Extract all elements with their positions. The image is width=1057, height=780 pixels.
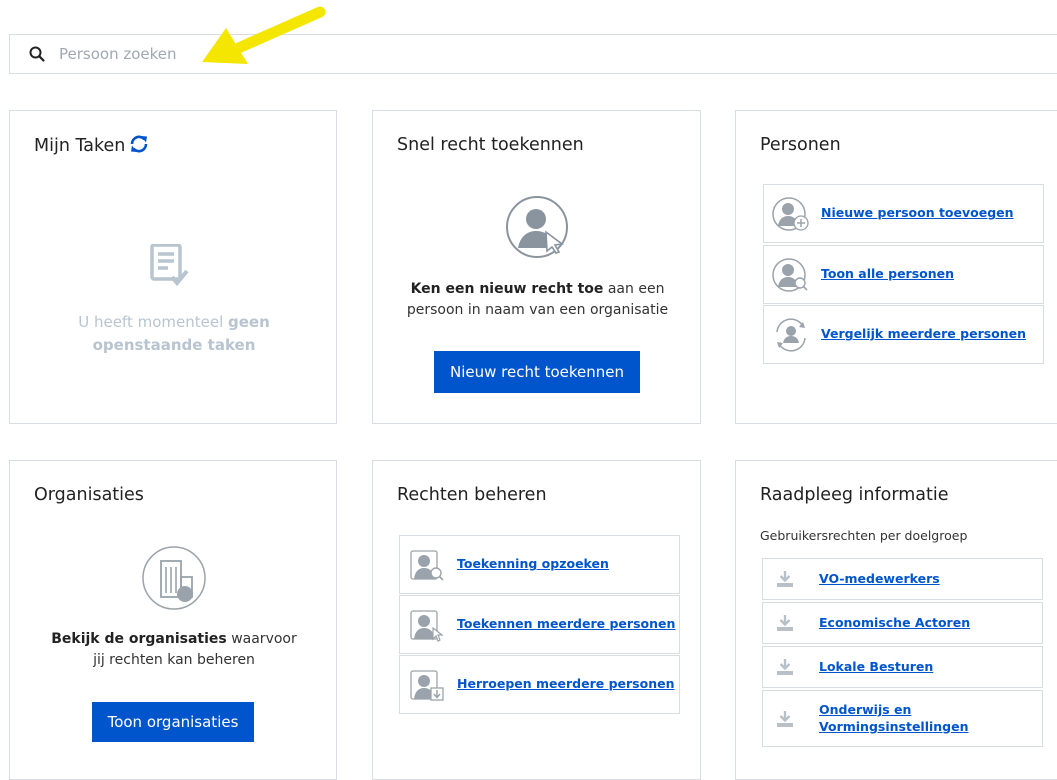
download-icon	[777, 710, 793, 727]
info-link-vo[interactable]: VO-medewerkers	[762, 558, 1043, 600]
rights-link-revoke-multiple-label[interactable]: Herroepen meerdere personen	[457, 676, 674, 692]
refresh-icon[interactable]	[129, 135, 149, 153]
info-link-vo-label[interactable]: VO-medewerkers	[819, 571, 940, 587]
tasks-card: Mijn Taken U heeft momenteel geen openst…	[9, 110, 337, 424]
building-icon	[142, 546, 206, 610]
tasks-title: Mijn Taken	[34, 135, 149, 156]
persons-link-all[interactable]: Toon alle personen	[763, 245, 1044, 304]
person-pointer-icon	[506, 196, 568, 258]
persons-card: Personen Nieuwe persoon toevoegen Toon a…	[735, 110, 1057, 424]
person-compare-icon	[776, 317, 806, 352]
info-link-economic-label[interactable]: Economische Actoren	[819, 615, 970, 631]
show-organisations-button[interactable]: Toon organisaties	[92, 702, 254, 742]
rights-link-search[interactable]: Toekenning opzoeken	[399, 535, 680, 594]
info-card: Raadpleeg informatie Gebruikersrechten p…	[735, 460, 1057, 780]
revoke-multiple-icon	[410, 669, 444, 701]
persons-link-compare[interactable]: Vergelijk meerdere personen	[763, 305, 1044, 364]
persons-link-all-label[interactable]: Toon alle personen	[821, 266, 954, 282]
download-icon	[777, 571, 793, 587]
search-icon	[29, 46, 45, 62]
search-bar[interactable]	[9, 34, 1057, 74]
organisations-title: Organisaties	[34, 485, 144, 505]
quick-grant-card: Snel recht toekennen Ken een nieuw recht…	[372, 110, 701, 424]
rights-link-revoke-multiple[interactable]: Herroepen meerdere personen	[399, 655, 680, 714]
download-icon	[777, 615, 793, 631]
persons-link-add-label[interactable]: Nieuwe persoon toevoegen	[821, 205, 1014, 221]
info-link-economic[interactable]: Economische Actoren	[762, 602, 1043, 644]
info-link-local-label[interactable]: Lokale Besturen	[819, 659, 933, 675]
rights-link-search-label[interactable]: Toekenning opzoeken	[457, 556, 609, 572]
persons-title: Personen	[760, 135, 841, 155]
rights-card: Rechten beheren Toekenning opzoeken Toek…	[372, 460, 701, 780]
organisations-description: Bekijk de organisaties waarvoor jij rech…	[51, 631, 297, 668]
person-search-icon	[772, 257, 808, 292]
grant-multiple-icon	[410, 609, 444, 642]
rights-link-grant-multiple[interactable]: Toekennen meerdere personen	[399, 595, 680, 654]
person-add-icon	[772, 196, 809, 231]
persons-link-add[interactable]: Nieuwe persoon toevoegen	[763, 184, 1044, 243]
info-link-education-label[interactable]: Onderwijs en Vormingsinstellingen	[819, 702, 969, 735]
rights-link-grant-multiple-label[interactable]: Toekennen meerdere personen	[457, 616, 675, 632]
organisations-card: Organisaties Bekijk de organisaties waar…	[9, 460, 337, 780]
quick-grant-title: Snel recht toekennen	[397, 135, 584, 155]
info-subtitle: Gebruikersrechten per doelgroep	[760, 528, 968, 543]
new-grant-button[interactable]: Nieuw recht toekennen	[434, 351, 640, 393]
rights-title: Rechten beheren	[397, 485, 547, 505]
info-title: Raadpleeg informatie	[760, 485, 949, 505]
grant-search-icon	[410, 549, 444, 581]
annotation-arrow-icon	[202, 6, 326, 64]
download-icon	[777, 659, 793, 675]
persons-link-compare-label[interactable]: Vergelijk meerdere personen	[821, 326, 1026, 342]
task-list-icon	[150, 244, 189, 287]
info-link-education[interactable]: Onderwijs en Vormingsinstellingen	[762, 690, 1043, 747]
info-link-local[interactable]: Lokale Besturen	[762, 646, 1043, 688]
tasks-empty-message: U heeft momenteel geen openstaande taken	[78, 313, 270, 354]
quick-grant-description: Ken een nieuw recht toe aan een persoon …	[406, 281, 669, 318]
